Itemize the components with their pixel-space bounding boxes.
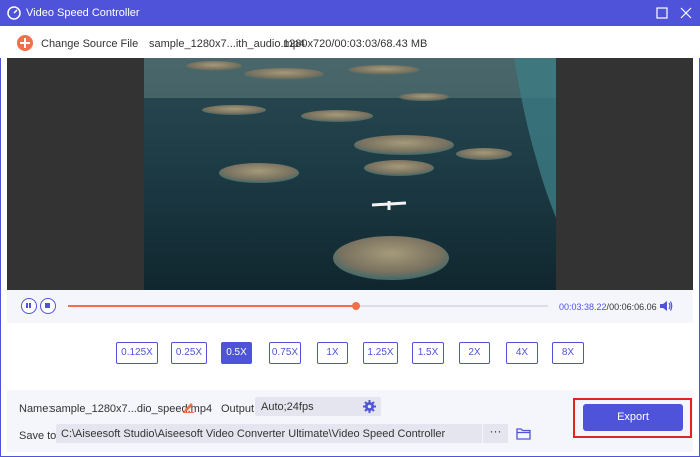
speed-option-1-25x[interactable]: 1.25X: [363, 342, 398, 364]
save-path-field[interactable]: C:\Aiseesoft Studio\Aiseesoft Video Conv…: [56, 424, 482, 443]
folder-icon[interactable]: [516, 427, 531, 440]
volume-icon[interactable]: [659, 299, 673, 313]
speed-option-0-25x[interactable]: 0.25X: [171, 342, 207, 364]
browse-button[interactable]: ···: [483, 424, 508, 443]
source-file-name: sample_1280x7...ith_audio.mp4: [149, 38, 305, 50]
speed-gauge-icon: [7, 6, 21, 20]
pencil-icon[interactable]: [183, 402, 194, 413]
progress-handle[interactable]: [352, 302, 360, 310]
save-path-value: C:\Aiseesoft Studio\Aiseesoft Video Conv…: [61, 428, 446, 440]
speed-option-1x[interactable]: 1X: [317, 342, 348, 364]
output-format-value: Auto;24fps: [261, 401, 314, 413]
gear-icon[interactable]: [363, 400, 376, 413]
plus-circle-icon[interactable]: [17, 35, 33, 51]
maximize-icon[interactable]: [654, 5, 670, 21]
video-frame: [144, 58, 556, 290]
speed-option-2x[interactable]: 2X: [459, 342, 490, 364]
speed-option-0-5x[interactable]: 0.5X: [221, 342, 252, 364]
change-source-file-button[interactable]: Change Source File: [41, 38, 138, 50]
speed-option-4x[interactable]: 4X: [506, 342, 538, 364]
speed-option-0-125x[interactable]: 0.125X: [116, 342, 158, 364]
current-time: 00:03:38.22: [559, 302, 607, 312]
speed-options-row: [7, 323, 693, 390]
close-icon[interactable]: [678, 5, 694, 21]
pause-icon[interactable]: [21, 298, 37, 314]
source-file-info: 1280x720/00:03:03/68.43 MB: [283, 38, 428, 50]
title-bar: Video Speed Controller: [0, 0, 700, 26]
stop-icon[interactable]: [40, 298, 56, 314]
total-time: 00:06:06.06: [609, 302, 657, 312]
save-to-label: Save to:: [19, 430, 60, 442]
progress-track[interactable]: [68, 302, 548, 310]
progress-fill: [68, 305, 356, 307]
speed-option-8x[interactable]: 8X: [552, 342, 584, 364]
output-format-select[interactable]: Auto;24fps: [255, 397, 381, 416]
output-label: Output:: [221, 403, 258, 415]
speed-option-1-5x[interactable]: 1.5X: [412, 342, 444, 364]
speed-option-0-75x[interactable]: 0.75X: [269, 342, 301, 364]
name-label: Name:: [19, 403, 52, 415]
time-display: 00:03:38.22/00:06:06.06: [559, 302, 657, 312]
window-title: Video Speed Controller: [26, 7, 140, 19]
export-button[interactable]: Export: [583, 404, 683, 431]
